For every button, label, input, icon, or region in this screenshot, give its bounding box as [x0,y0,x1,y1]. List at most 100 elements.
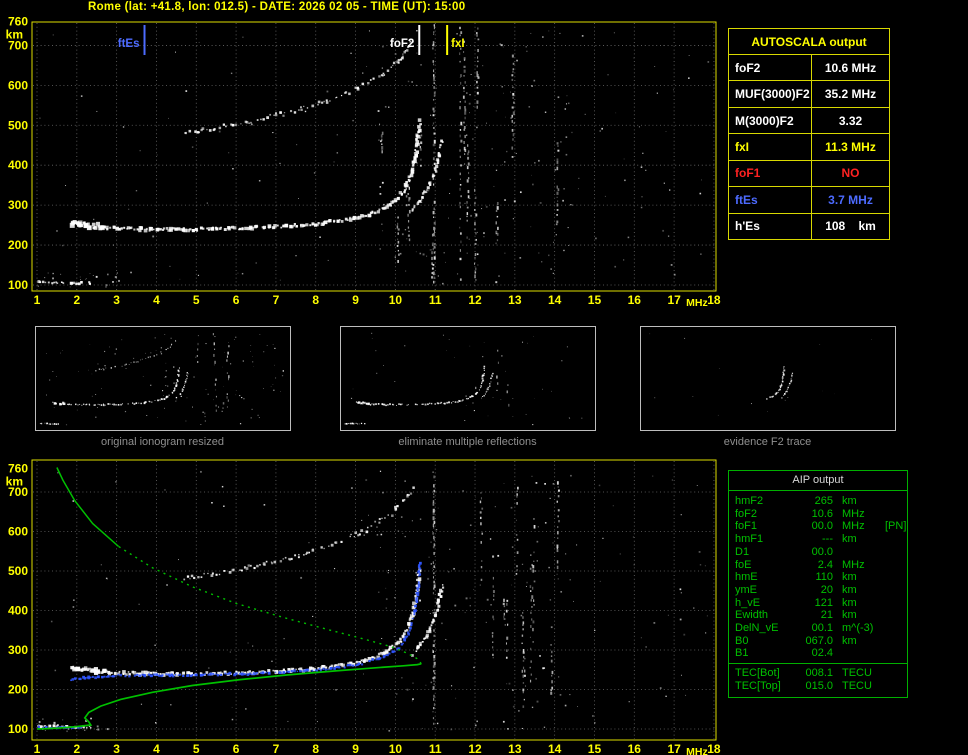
aip-row-Ewidth: Ewidth 21 km [735,609,857,622]
autoscala-window: Rome (lat: +41.8, lon: 012.5) - DATE: 20… [0,0,968,755]
svg-text:17: 17 [667,293,681,307]
svg-text:6: 6 [233,742,240,755]
svg-text:8: 8 [312,293,319,307]
svg-text:14: 14 [548,293,562,307]
autoscala-row-ftEs: ftEs 3.7 MHz [729,187,889,214]
autoscala-table-title: AUTOSCALA output [729,29,889,55]
svg-text:10: 10 [389,742,403,755]
svg-text:15: 15 [588,293,602,307]
svg-text:18: 18 [707,293,721,307]
aip-row-hmF1: hmF1 --- km [735,533,857,546]
aip-row-D1: D1 00.0 [735,545,833,558]
svg-text:10: 10 [389,293,403,307]
aip-row-ymE: ymE 20 km [735,583,857,596]
aip-row-foE: foE 2.4 MHz [735,558,865,571]
svg-text:16: 16 [628,742,642,755]
svg-text:2: 2 [73,742,80,755]
autoscala-param-name: fxI [729,134,812,160]
autoscala-param-name: MUF(3000)F2 [729,81,812,107]
autoscala-row-foF2: foF2 10.6 MHz [729,55,889,82]
svg-text:100: 100 [8,722,28,736]
svg-text:17: 17 [667,742,681,755]
bottom-ionogram-plot: 1 2 3 4 5 6 7 8 9 10 11 12 13 14 15 16 17 18MHz7607006005… [6,459,721,755]
svg-text:12: 12 [468,742,482,755]
autoscala-row-M(3000)F2: M(3000)F2 3.32 [729,107,889,135]
svg-text:MHz: MHz [686,746,708,755]
svg-text:4: 4 [153,293,160,307]
svg-text:13: 13 [508,293,522,307]
aip-row-DelN_vE: DelN_vE 00.1 m^(-3) [735,622,874,635]
aip-output-table: AIP output hmF2 265 km foF2 10.6 MHz foF1 00.0 M… [728,470,908,698]
autoscala-row-h'Es: h'Es 108 km [729,213,889,239]
autoscala-param-name: foF2 [729,55,812,81]
svg-text:16: 16 [628,293,642,307]
svg-text:18: 18 [707,742,721,755]
autoscala-param-value: 3.7 MHz [828,192,873,207]
thumbnail-caption-original: original ionogram resized [101,436,224,448]
aip-row-TEC[Top]: TEC[Top] 015.0 TECU [735,679,872,692]
svg-text:1: 1 [34,293,41,307]
autoscala-output-table: AUTOSCALA output foF2 10.6 MHz MUF(3000)F2… [728,28,890,240]
svg-text:400: 400 [8,604,28,618]
svg-text:3: 3 [113,293,120,307]
ftEs-marker-label: ftEs [118,38,140,50]
aip-row-foF1: foF1 00.0 MHz [PN] [735,520,907,533]
svg-text:760: 760 [8,14,28,28]
svg-text:15: 15 [588,742,602,755]
thumbnail-plot-2 [640,326,896,431]
top-ionogram-plot: 1 2 3 4 5 6 7 8 9 10 11 12 13 14 15 16 17 18MHz7607006005… [6,14,721,309]
autoscala-param-name: M(3000)F2 [729,107,812,134]
autoscala-row-MUF(3000)F2: MUF(3000)F2 35.2 MHz [729,81,889,108]
thumbnail-caption-evidence: evidence F2 trace [723,436,812,448]
svg-text:400: 400 [8,158,28,172]
thumbnail-caption-eliminate: eliminate multiple reflections [398,436,537,448]
svg-text:12: 12 [468,293,482,307]
autoscala-param-value: 108 km [825,219,876,234]
svg-text:500: 500 [8,564,28,578]
aip-row-h_vE: h_vE 121 km [735,596,857,609]
autoscala-row-foF1: foF1 NO [729,160,889,188]
svg-text:600: 600 [8,525,28,539]
svg-text:5: 5 [193,742,200,755]
svg-text:9: 9 [352,742,359,755]
svg-text:km: km [6,474,23,488]
svg-text:760: 760 [8,461,28,475]
svg-text:11: 11 [429,742,442,755]
aip-row-foF2: foF2 10.6 MHz [735,507,865,520]
svg-text:7: 7 [273,293,280,307]
autoscala-param-value: 11.3 MHz [825,139,876,154]
svg-text:8: 8 [312,742,319,755]
svg-text:km: km [6,27,23,41]
svg-text:200: 200 [8,238,28,252]
svg-text:7: 7 [273,742,280,755]
svg-text:5: 5 [193,293,200,307]
autoscala-row-fxI: fxI 11.3 MHz [729,134,889,161]
autoscala-param-name: foF1 [729,160,812,187]
svg-text:600: 600 [8,78,28,92]
autoscala-param-value: 3.32 [838,113,863,128]
foF2-marker-label: foF2 [390,38,414,50]
aip-row-hmE: hmE 110 km [735,571,857,584]
autoscala-param-value: NO [841,166,860,181]
aip-tec-rows: TEC[Bot] 008.1 TECU TEC[Top] 015.0 TECU [729,667,907,692]
svg-text:9: 9 [352,293,359,307]
electron-density-profile-topside-upper [56,467,120,548]
thumbnail-plot-0 [35,326,291,431]
svg-text:300: 300 [8,198,28,212]
svg-text:13: 13 [508,742,522,755]
svg-text:MHz: MHz [686,297,708,309]
aip-tec-divider [729,663,907,665]
autoscala-param-value: 10.6 MHz [824,60,877,75]
autoscala-param-value: 35.2 MHz [824,87,877,102]
svg-text:1: 1 [34,742,41,755]
aip-row-B0: B0 067.0 km [735,634,857,647]
svg-text:11: 11 [429,293,442,307]
svg-text:100: 100 [8,278,28,292]
electron-density-profile-topside-dotted [118,545,422,665]
svg-text:200: 200 [8,683,28,697]
fxI-marker-label: fxI [451,38,464,50]
autoscala-table-rows: foF2 10.6 MHz MUF(3000)F2 35.2 MHz M(3000)F2… [729,55,889,239]
aip-row-B1: B1 02.4 [735,647,833,660]
thumbnail-plot-1 [340,326,596,431]
svg-text:14: 14 [548,742,562,755]
